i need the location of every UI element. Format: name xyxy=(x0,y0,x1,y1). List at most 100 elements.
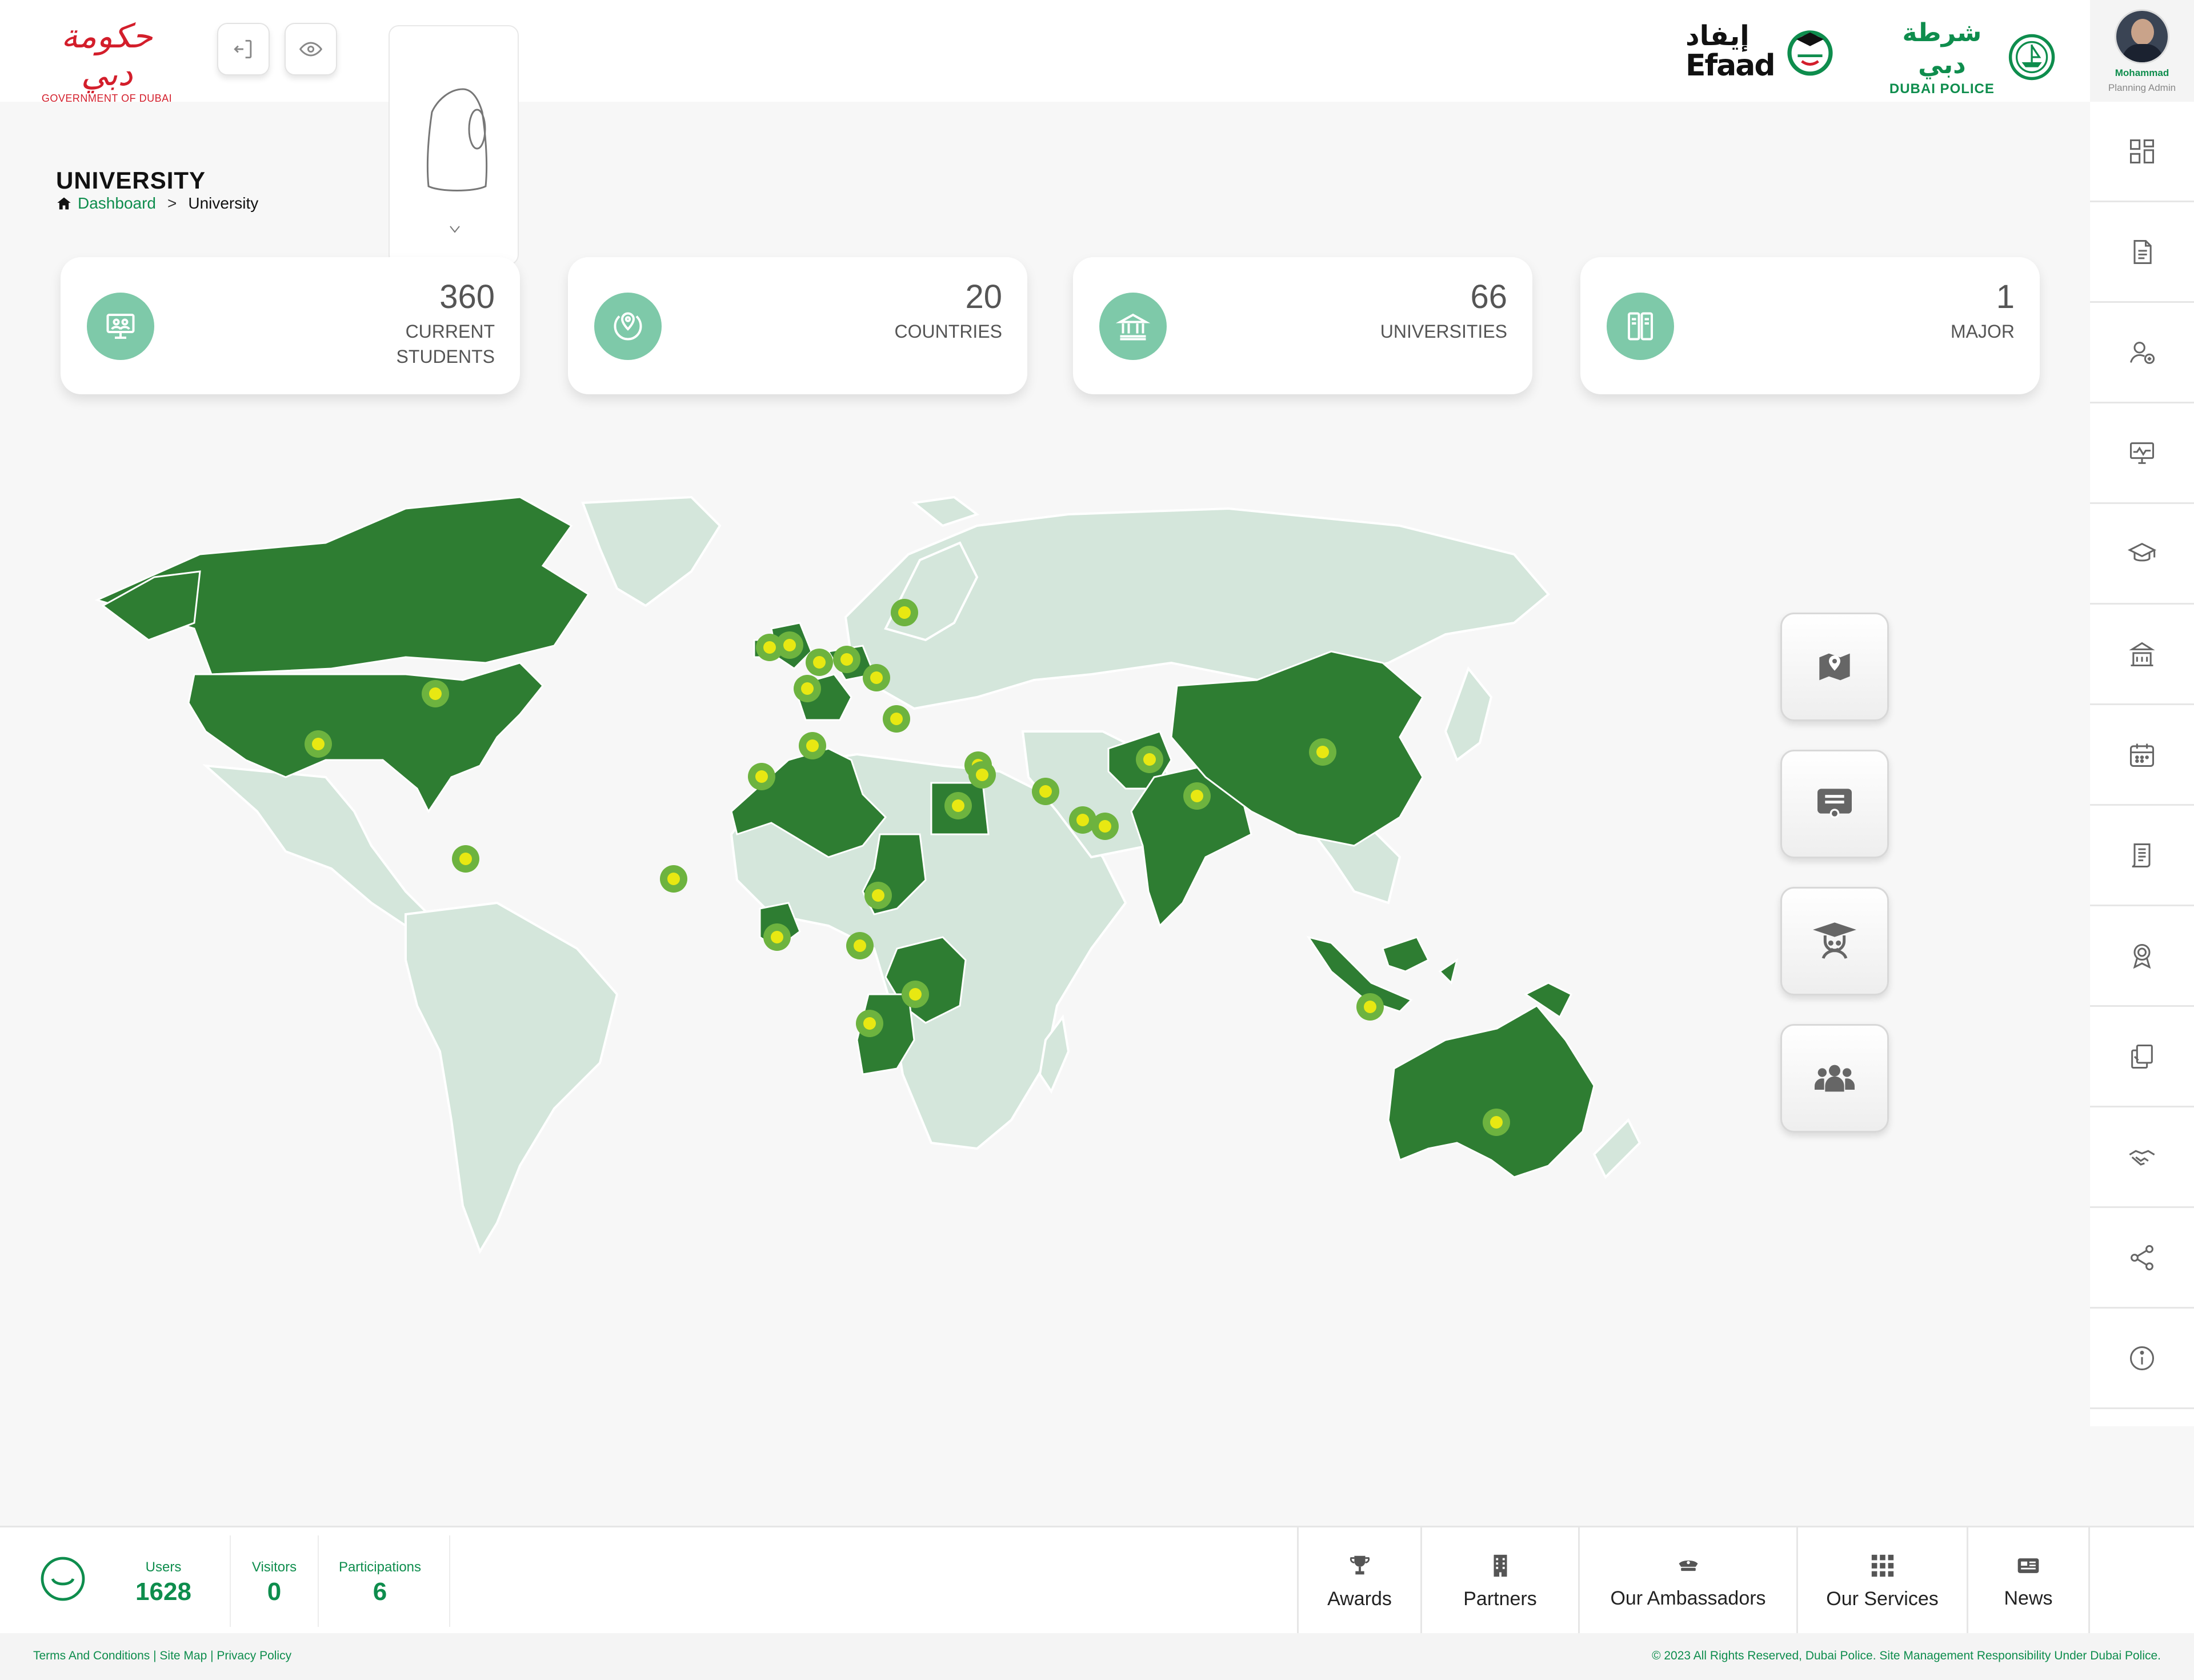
government-of-dubai-logo[interactable]: حكومة دبي GOVERNMENT OF DUBAI xyxy=(35,17,178,104)
stat-label: COUNTRIES xyxy=(895,319,1002,344)
sidebar-item-reports[interactable] xyxy=(2090,806,2194,906)
map-marker[interactable] xyxy=(863,664,890,691)
map-marker[interactable] xyxy=(891,599,918,626)
sidebar-item-university[interactable] xyxy=(2090,605,2194,705)
avatar xyxy=(2115,9,2169,64)
footer-nav-ambassadors[interactable]: Our Ambassadors xyxy=(1578,1527,1796,1635)
right-sidebar xyxy=(2090,102,2194,1426)
university-building-icon xyxy=(1116,313,1150,341)
stat-label-line-1: MAJOR xyxy=(1951,321,2015,342)
footer-nav-services[interactable]: Our Services xyxy=(1796,1527,1967,1635)
university-icon xyxy=(2129,642,2155,666)
globe-map-icon xyxy=(614,312,642,341)
dubai-police-logo: شرطة دبي DUBAI POLICE xyxy=(1885,17,2057,97)
user-name: Mohammad xyxy=(2115,67,2169,78)
map-marker[interactable] xyxy=(864,882,892,909)
share-icon xyxy=(2131,1245,2153,1270)
nav-label-news: News xyxy=(2004,1587,2053,1609)
sidebar-item-dashboard[interactable] xyxy=(2090,102,2194,202)
map-marker[interactable] xyxy=(944,792,972,819)
map-marker[interactable] xyxy=(1136,746,1163,773)
map-marker[interactable] xyxy=(799,732,826,759)
sidebar-item-calendar[interactable] xyxy=(2090,705,2194,806)
group-button[interactable] xyxy=(1780,1024,1889,1133)
sidebar-item-partnership[interactable] xyxy=(2090,1107,2194,1208)
map-marker[interactable] xyxy=(1309,738,1336,766)
view-button[interactable] xyxy=(285,23,337,75)
handshake-icon xyxy=(2129,1149,2155,1166)
map-marker[interactable] xyxy=(833,646,860,673)
logout-button[interactable] xyxy=(217,23,270,75)
map-marker[interactable] xyxy=(763,923,791,951)
sidebar-item-copy[interactable] xyxy=(2090,1007,2194,1107)
dubai-police-arabic: شرطة دبي xyxy=(1902,18,1982,79)
sidebar-item-info[interactable] xyxy=(2090,1309,2194,1409)
map-marker[interactable] xyxy=(1183,782,1211,810)
stat-card-universities[interactable]: 66 UNIVERSITIES xyxy=(1073,257,1532,394)
efaad-logo: إيفاد Efaad xyxy=(1685,21,1845,83)
breadcrumb-separator: > xyxy=(167,194,177,212)
stat-label: MAJOR xyxy=(1951,319,2015,344)
home-icon[interactable] xyxy=(56,195,72,211)
map-marker[interactable] xyxy=(846,932,874,959)
map-view-button[interactable] xyxy=(1780,613,1889,721)
map-marker[interactable] xyxy=(748,763,775,790)
happiness-meter-icon[interactable] xyxy=(40,1556,86,1602)
sidebar-item-share[interactable] xyxy=(2090,1208,2194,1309)
nav-label-partners: Partners xyxy=(1463,1587,1537,1610)
footer-nav-partners[interactable]: Partners xyxy=(1420,1527,1578,1635)
sidebar-item-documents[interactable] xyxy=(2090,202,2194,303)
sidebar-item-awards[interactable] xyxy=(2090,906,2194,1007)
footer-links[interactable]: Terms And Conditions | Site Map | Privac… xyxy=(33,1649,291,1663)
calendar-icon xyxy=(2129,743,2155,767)
stat-label-line-2: STUDENTS xyxy=(396,346,495,367)
footer-nav-news[interactable]: News xyxy=(1967,1527,2090,1635)
map-marker[interactable] xyxy=(660,865,687,893)
map-marker[interactable] xyxy=(452,845,479,873)
map-marker[interactable] xyxy=(794,675,821,702)
stat-value: 1 xyxy=(1996,278,2015,315)
map-marker[interactable] xyxy=(806,649,833,676)
sidebar-item-monitoring[interactable] xyxy=(2090,403,2194,504)
footer-nav-awards[interactable]: Awards xyxy=(1297,1527,1420,1635)
map-marker[interactable] xyxy=(422,680,449,707)
map-marker[interactable] xyxy=(1091,813,1119,840)
certificate-icon xyxy=(1817,789,1852,818)
stat-label: CURRENT STUDENTS xyxy=(397,319,495,369)
stat-icon-wrapper xyxy=(87,293,154,360)
map-marker[interactable] xyxy=(856,1010,883,1037)
copyright-text: © 2023 All Rights Reserved, Dubai Police… xyxy=(1652,1649,2161,1662)
gov-logo-arabic: حكومة دبي xyxy=(61,17,153,93)
certificate-button[interactable] xyxy=(1780,750,1889,858)
dubai-police-english: DUBAI POLICE xyxy=(1889,81,1995,97)
map-marker[interactable] xyxy=(1032,778,1059,805)
stat-card-current-students[interactable]: 360 CURRENT STUDENTS xyxy=(61,257,520,394)
graduate-button[interactable] xyxy=(1780,887,1889,995)
stat-card-major[interactable]: 1 MAJOR xyxy=(1580,257,2040,394)
students-board-icon xyxy=(106,314,135,339)
map-marker[interactable] xyxy=(1356,993,1384,1021)
map-marker[interactable] xyxy=(305,730,332,758)
visitors-label: Visitors xyxy=(251,1559,297,1575)
footer-stat-users: Users 1628 xyxy=(129,1559,198,1606)
footer-divider xyxy=(318,1535,319,1627)
monitor-chart-icon xyxy=(2129,442,2155,464)
gov-logo-english: GOVERNMENT OF DUBAI xyxy=(41,93,173,104)
map-marker[interactable] xyxy=(968,761,996,789)
user-add-icon xyxy=(2130,341,2155,364)
footer-divider xyxy=(230,1535,231,1627)
building-icon xyxy=(1494,1554,1507,1577)
sidebar-item-education[interactable] xyxy=(2090,504,2194,605)
world-map[interactable] xyxy=(86,491,1697,1257)
sidebar-item-users[interactable] xyxy=(2090,303,2194,403)
breadcrumb-dashboard-link[interactable]: Dashboard xyxy=(78,194,156,213)
officer-cap-icon xyxy=(1679,1560,1697,1571)
stat-card-countries[interactable]: 20 COUNTRIES xyxy=(568,257,1027,394)
user-profile-card[interactable]: Mohammad Planning Admin xyxy=(2090,0,2194,102)
group-icon xyxy=(1815,1065,1855,1092)
map-marker[interactable] xyxy=(1483,1109,1510,1136)
profile-silhouette-panel xyxy=(389,25,519,265)
map-marker[interactable] xyxy=(883,705,910,733)
map-marker[interactable] xyxy=(902,981,929,1008)
map-marker[interactable] xyxy=(776,631,803,659)
